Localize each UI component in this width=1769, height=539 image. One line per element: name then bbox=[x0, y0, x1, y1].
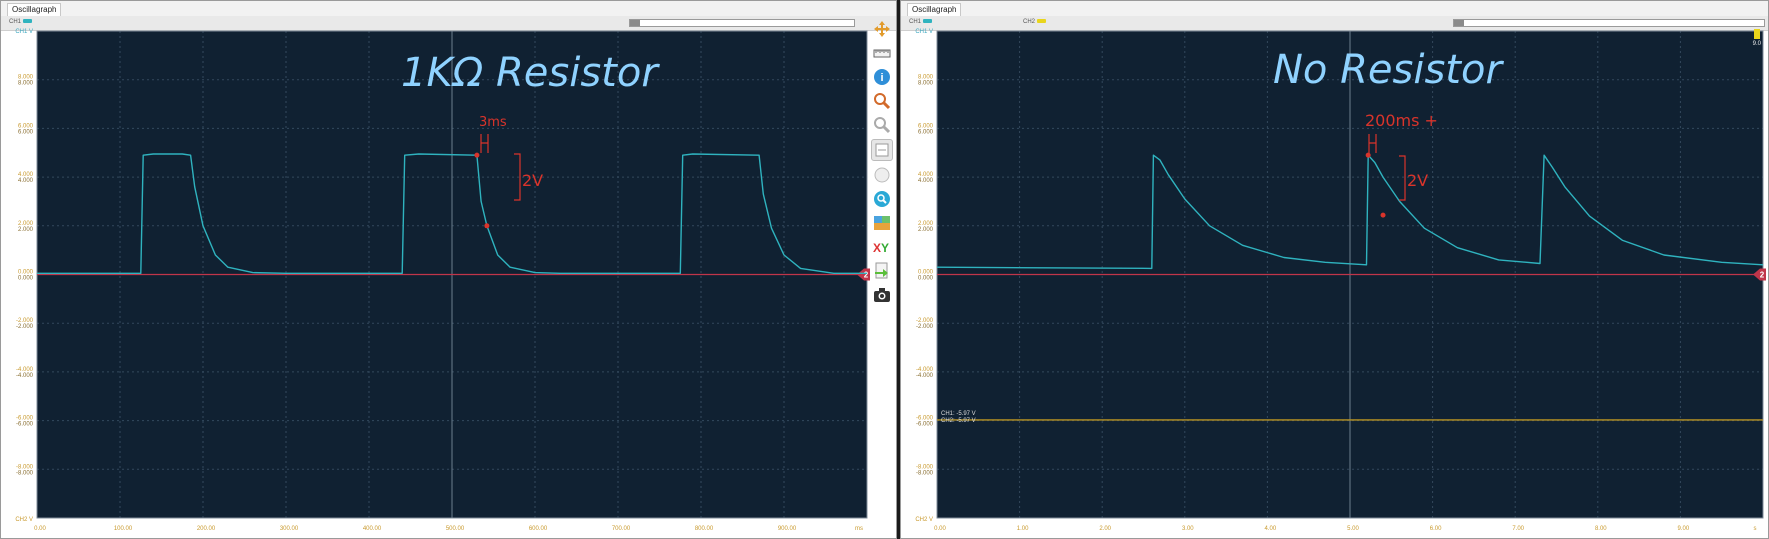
oscillograph-window-no-resistor: Oscillagraph CH1 CH2 8.000 8.000 6.000 6.00… bbox=[900, 0, 1769, 539]
x-tick-label: 200.00 bbox=[197, 526, 216, 532]
y-tick-label: 2.000 bbox=[918, 227, 934, 233]
x-unit-label: ms bbox=[855, 526, 863, 532]
measurement-point bbox=[1365, 152, 1371, 158]
x-tick-label: 600.00 bbox=[529, 526, 548, 532]
trigger-marker-label: 2 bbox=[1760, 271, 1765, 280]
x-unit-label: s bbox=[1754, 526, 1757, 532]
plot-area-right[interactable]: 8.0008.0006.0006.0004.0004.0002.0002.000… bbox=[901, 1, 1769, 539]
y-tick-label: -4.000 bbox=[16, 373, 34, 379]
svg-text:Y: Y bbox=[881, 241, 889, 255]
zoom-reset-icon[interactable] bbox=[872, 165, 892, 185]
x-tick-label: 0.00 bbox=[934, 526, 946, 532]
x-tick-label: 700.00 bbox=[612, 526, 631, 532]
x-tick-label: 2.00 bbox=[1099, 526, 1111, 532]
zoom-fit-icon[interactable] bbox=[871, 139, 893, 161]
y-axis-top-label: CH1 V bbox=[915, 29, 933, 35]
x-tick-label: 300.00 bbox=[280, 526, 299, 532]
annotation-time: 3ms bbox=[479, 115, 507, 130]
y-axis-bottom-label: CH2 V bbox=[915, 517, 933, 523]
svg-text:X: X bbox=[873, 241, 881, 255]
corner-value: 9.0 bbox=[1753, 41, 1762, 47]
svg-text:i: i bbox=[880, 72, 883, 84]
annotation-voltage: 2V bbox=[1407, 171, 1428, 190]
camera-icon[interactable] bbox=[872, 285, 892, 305]
y-tick-label: 8.000 bbox=[18, 81, 34, 87]
export-icon[interactable] bbox=[872, 261, 892, 281]
zoom-out-icon[interactable] bbox=[872, 115, 892, 135]
y-tick-label: -6.000 bbox=[916, 422, 934, 428]
y-tick-label: 6.000 bbox=[18, 129, 34, 135]
x-tick-label: 0.00 bbox=[34, 526, 46, 532]
zoom-search-icon[interactable] bbox=[872, 189, 892, 209]
y-tick-label: -2.000 bbox=[16, 324, 34, 330]
x-tick-label: 800.00 bbox=[695, 526, 714, 532]
ch2-offset-marker bbox=[1754, 29, 1760, 39]
color-palette-icon[interactable] bbox=[872, 213, 892, 233]
x-tick-label: 400.00 bbox=[363, 526, 382, 532]
measurement-point bbox=[474, 152, 480, 158]
ch2-readout: CH2: -5.97 V bbox=[941, 418, 976, 424]
plot-area-left[interactable]: 8.0008.0006.0006.0004.0004.0002.0002.000… bbox=[1, 1, 897, 539]
x-tick-label: 9.00 bbox=[1678, 526, 1690, 532]
annotation-voltage: 2V bbox=[522, 171, 543, 190]
y-tick-label: 4.000 bbox=[18, 178, 34, 184]
info-icon[interactable]: i bbox=[872, 67, 892, 87]
move-icon[interactable] bbox=[872, 19, 892, 39]
y-tick-label: 8.000 bbox=[918, 81, 934, 87]
x-tick-label: 3.00 bbox=[1182, 526, 1194, 532]
y-tick-label: 4.000 bbox=[918, 178, 934, 184]
x-tick-label: 5.00 bbox=[1347, 526, 1359, 532]
x-tick-label: 4.00 bbox=[1265, 526, 1277, 532]
y-axis-bottom-label: CH2 V bbox=[15, 517, 33, 523]
ruler-icon[interactable] bbox=[872, 43, 892, 63]
x-tick-label: 7.00 bbox=[1512, 526, 1524, 532]
annotation-title: 1KΩ Resistor bbox=[401, 50, 660, 96]
x-tick-label: 100.00 bbox=[114, 526, 133, 532]
y-tick-label: 0.000 bbox=[18, 276, 34, 282]
measurement-point bbox=[1380, 212, 1386, 218]
y-tick-label: 2.000 bbox=[18, 227, 34, 233]
x-tick-label: 8.00 bbox=[1595, 526, 1607, 532]
x-tick-label: 900.00 bbox=[778, 526, 797, 532]
x-tick-label: 6.00 bbox=[1430, 526, 1442, 532]
zoom-in-icon[interactable] bbox=[872, 91, 892, 111]
toolbar-vertical: i XY bbox=[869, 19, 895, 309]
y-tick-label: 6.000 bbox=[918, 129, 934, 135]
y-tick-label: -8.000 bbox=[16, 470, 34, 476]
x-tick-label: 500.00 bbox=[446, 526, 465, 532]
y-tick-label: 0.000 bbox=[918, 276, 934, 282]
y-tick-label: -2.000 bbox=[916, 324, 934, 330]
y-axis-top-label: CH1 V bbox=[15, 29, 33, 35]
y-tick-label: -4.000 bbox=[916, 373, 934, 379]
oscillograph-window-1k-resistor: Oscillagraph CH1 8.000 8.000 6.000 6.000 4.0… bbox=[0, 0, 897, 539]
y-tick-label: -8.000 bbox=[916, 470, 934, 476]
x-tick-label: 1.00 bbox=[1017, 526, 1029, 532]
annotation-title: No Resistor bbox=[1273, 47, 1504, 93]
measurement-point bbox=[484, 223, 490, 229]
xy-mode-icon[interactable]: XY bbox=[872, 237, 892, 257]
annotation-time: 200ms + bbox=[1365, 111, 1438, 130]
y-tick-label: -6.000 bbox=[16, 422, 34, 428]
ch1-readout: CH1: -5.97 V bbox=[941, 411, 976, 417]
